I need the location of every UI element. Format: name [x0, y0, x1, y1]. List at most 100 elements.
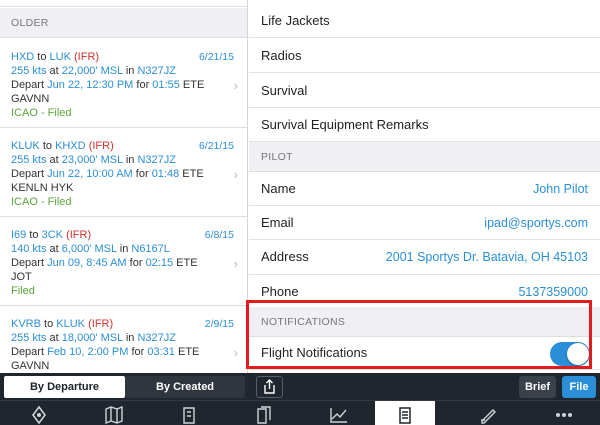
to-word: to	[29, 229, 39, 241]
section-header-notifications: NOTIFICATIONS	[249, 307, 600, 337]
weather-graph-icon	[330, 408, 347, 423]
phone-label: Phone	[261, 284, 299, 299]
destination: LUK	[49, 51, 71, 63]
depart-word: Depart	[11, 346, 45, 358]
row-flight-notifications[interactable]: Flight Notifications	[249, 336, 600, 370]
tail-number: N327JZ	[137, 154, 177, 166]
row-label: Radios	[261, 48, 302, 63]
speed: 255 kts	[11, 65, 47, 77]
name-value[interactable]: John Pilot	[533, 172, 588, 206]
sort-by-created-button[interactable]: By Created	[125, 376, 245, 398]
at-word: at	[49, 332, 59, 344]
file-flight-plan-icon	[399, 407, 411, 424]
sort-by-departure-button[interactable]: By Departure	[4, 376, 125, 398]
tab-airports[interactable]	[9, 401, 69, 425]
section-header-pilot: PILOT	[249, 142, 600, 172]
depart-word: Depart	[11, 257, 45, 269]
to-word: to	[37, 51, 47, 63]
chevron-right-icon: ›	[233, 167, 238, 182]
tab-weather[interactable]	[309, 401, 369, 425]
row-survival[interactable]: Survival	[249, 74, 600, 108]
row-pilot-phone[interactable]: Phone 5137359000	[249, 275, 600, 309]
filing-status: ICAO - Filed	[11, 107, 72, 119]
section-header-older: OLDER	[0, 8, 247, 38]
row-radios[interactable]: Radios	[249, 39, 600, 73]
flight-date: 6/8/15	[204, 229, 234, 241]
flight-plan-detail: Life Jackets Radios Survival Survival Eq…	[249, 0, 600, 373]
flight-notifications-toggle[interactable]	[550, 342, 590, 366]
ete-word: ETE	[177, 346, 200, 358]
email-value[interactable]: ipad@sportys.com	[484, 206, 588, 240]
to-word: to	[42, 140, 52, 152]
flight-item[interactable]: HXD to LUK (IFR) 6/21/15 255 kts at 22,0…	[0, 39, 247, 128]
name-label: Name	[261, 181, 296, 196]
row-label: Survival	[261, 83, 308, 98]
at-word: at	[49, 154, 59, 166]
email-label: Email	[261, 215, 294, 230]
flight-rules: (IFR)	[88, 318, 114, 330]
route: KENLN HYK	[11, 182, 74, 194]
chevron-right-icon: ›	[233, 256, 238, 271]
share-icon	[264, 379, 275, 394]
flight-date: 2/9/15	[204, 318, 234, 330]
pen-icon	[481, 409, 496, 424]
previous-item-sliver	[0, 0, 247, 7]
ete: 01:55	[152, 79, 180, 91]
flight-rules: (IFR)	[74, 51, 100, 63]
row-survival-equipment-remarks[interactable]: Survival Equipment Remarks	[249, 108, 600, 142]
origin: KLUK	[11, 140, 40, 152]
flight-notifications-label: Flight Notifications	[261, 345, 368, 360]
tail-number: N327JZ	[137, 332, 177, 344]
row-pilot-address[interactable]: Address 2001 Sportys Dr. Batavia, OH 451…	[249, 240, 600, 275]
address-value[interactable]: 2001 Sportys Dr. Batavia, OH 45103	[386, 240, 588, 274]
tab-file[interactable]	[375, 401, 435, 425]
in-word: in	[125, 154, 135, 166]
flight-item[interactable]: I69 to 3CK (IFR) 6/8/15 140 kts at 6,000…	[0, 217, 247, 306]
route: GAVNN	[11, 93, 50, 105]
at-word: at	[49, 65, 59, 77]
procedures-icon	[183, 407, 195, 424]
row-pilot-name[interactable]: Name John Pilot	[249, 172, 600, 206]
flight-plan-list: OLDER HXD to LUK (IFR) 6/21/15 255 kts a…	[0, 0, 248, 373]
at-word: at	[49, 243, 59, 255]
departure-time: Jun 09, 8:45 AM	[47, 257, 127, 269]
destination: 3CK	[41, 229, 64, 241]
filing-status: ICAO - Filed	[11, 196, 72, 208]
tab-documents[interactable]	[234, 401, 294, 425]
brief-button[interactable]: Brief	[519, 376, 556, 398]
ete: 03:31	[147, 346, 175, 358]
phone-value[interactable]: 5137359000	[518, 275, 588, 309]
ete-word: ETE	[182, 79, 205, 91]
tail-number: N327JZ	[137, 65, 177, 77]
file-button[interactable]: File	[562, 376, 596, 398]
share-button[interactable]	[256, 376, 283, 398]
for-word: for	[129, 257, 143, 269]
depart-word: Depart	[11, 79, 45, 91]
origin: KVRB	[11, 318, 41, 330]
map-icon	[105, 406, 123, 424]
flight-date: 6/21/15	[198, 51, 234, 63]
row-label: Survival Equipment Remarks	[261, 117, 429, 132]
row-life-jackets[interactable]: Life Jackets	[249, 4, 600, 38]
speed: 140 kts	[11, 243, 47, 255]
flight-item[interactable]: KLUK to KHXD (IFR) 6/21/15 255 kts at 23…	[0, 128, 247, 217]
ete-word: ETE	[182, 168, 204, 180]
destination: KHXD	[55, 140, 86, 152]
toggle-knob	[567, 343, 589, 365]
row-pilot-email[interactable]: Email ipad@sportys.com	[249, 206, 600, 240]
route: JOT	[11, 271, 32, 283]
chevron-right-icon: ›	[233, 78, 238, 93]
more-icon	[556, 413, 572, 417]
documents-icon	[257, 406, 271, 424]
flight-item[interactable]: KVRB to KLUK (IFR) 2/9/15 255 kts at 18,…	[0, 306, 247, 373]
altitude: 23,000' MSL	[61, 154, 123, 166]
flight-rules: (IFR)	[88, 140, 114, 152]
chevron-right-icon: ›	[233, 345, 238, 360]
tab-procedures[interactable]	[159, 401, 219, 425]
ete: 01:48	[151, 168, 180, 180]
tab-more[interactable]	[534, 401, 594, 425]
altitude: 22,000' MSL	[61, 65, 123, 77]
tab-maps[interactable]	[84, 401, 144, 425]
route: GAVNN	[11, 360, 50, 372]
tab-logbook[interactable]	[459, 401, 519, 425]
